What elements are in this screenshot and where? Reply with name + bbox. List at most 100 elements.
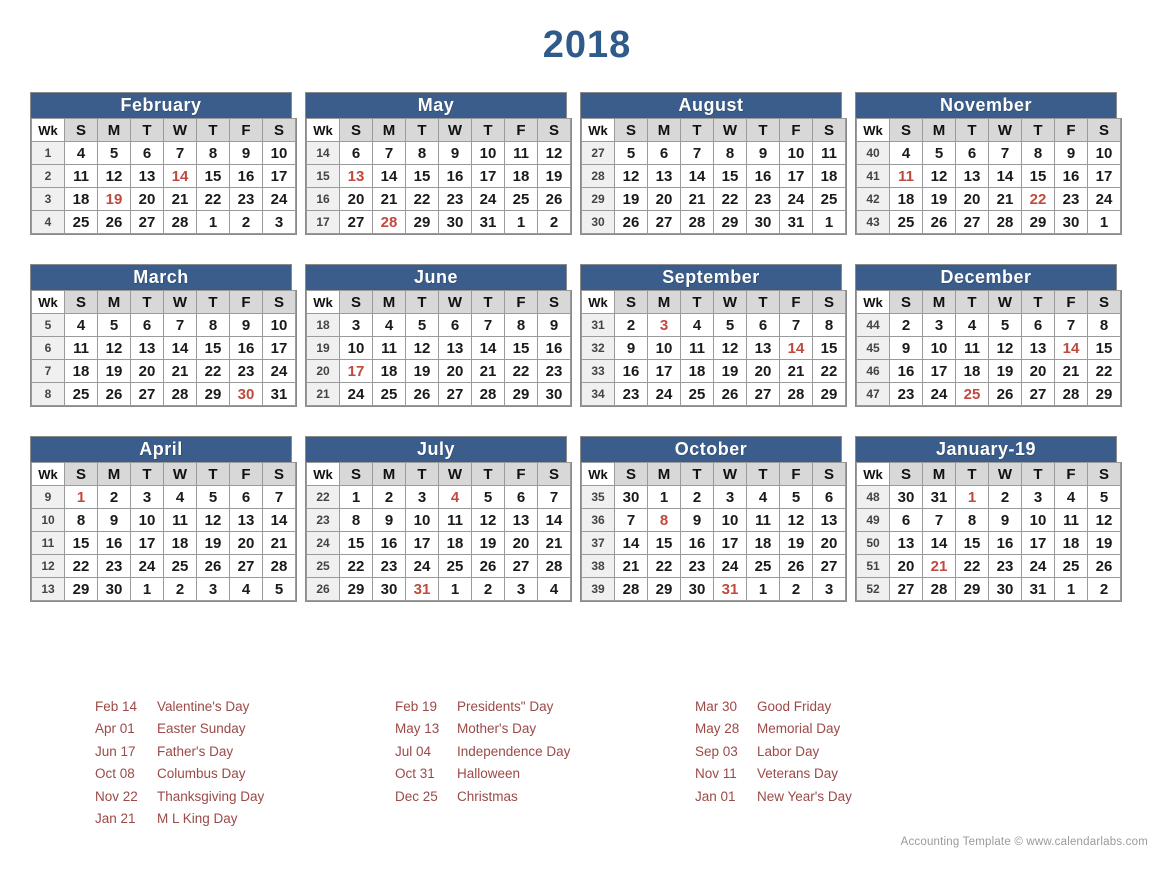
day-cell-holiday[interactable]: 21 (923, 555, 955, 577)
day-cell[interactable]: 20 (747, 360, 779, 382)
day-cell[interactable]: 2 (1088, 578, 1120, 600)
day-cell[interactable]: 6 (230, 486, 262, 508)
day-cell[interactable]: 17 (472, 165, 504, 187)
day-cell[interactable]: 5 (406, 314, 438, 336)
day-cell[interactable]: 5 (1088, 486, 1120, 508)
day-cell[interactable]: 6 (747, 314, 779, 336)
day-cell[interactable]: 7 (538, 486, 570, 508)
day-cell[interactable]: 28 (472, 383, 504, 405)
day-cell[interactable]: 22 (1088, 360, 1120, 382)
day-cell[interactable]: 10 (340, 337, 372, 359)
day-cell[interactable]: 6 (131, 314, 163, 336)
day-cell[interactable]: 9 (538, 314, 570, 336)
day-cell[interactable]: 2 (989, 486, 1021, 508)
day-cell-holiday[interactable]: 14 (164, 165, 196, 187)
day-cell[interactable]: 3 (714, 486, 746, 508)
day-cell[interactable]: 5 (98, 142, 130, 164)
day-cell[interactable]: 4 (681, 314, 713, 336)
day-cell[interactable]: 1 (1055, 578, 1087, 600)
day-cell[interactable]: 18 (439, 532, 471, 554)
day-cell[interactable]: 27 (131, 383, 163, 405)
day-cell[interactable]: 16 (373, 532, 405, 554)
day-cell[interactable]: 18 (681, 360, 713, 382)
day-cell[interactable]: 30 (538, 383, 570, 405)
day-cell[interactable]: 6 (890, 509, 922, 531)
day-cell[interactable]: 14 (373, 165, 405, 187)
day-cell[interactable]: 17 (1022, 532, 1054, 554)
day-cell[interactable]: 8 (340, 509, 372, 531)
day-cell[interactable]: 2 (890, 314, 922, 336)
day-cell[interactable]: 28 (164, 211, 196, 233)
day-cell[interactable]: 21 (780, 360, 812, 382)
day-cell[interactable]: 12 (197, 509, 229, 531)
day-cell[interactable]: 14 (989, 165, 1021, 187)
day-cell[interactable]: 28 (681, 211, 713, 233)
day-cell[interactable]: 16 (1055, 165, 1087, 187)
day-cell[interactable]: 30 (890, 486, 922, 508)
day-cell[interactable]: 23 (747, 188, 779, 210)
day-cell[interactable]: 20 (131, 360, 163, 382)
day-cell[interactable]: 15 (1088, 337, 1120, 359)
day-cell[interactable]: 19 (989, 360, 1021, 382)
day-cell[interactable]: 24 (1022, 555, 1054, 577)
day-cell[interactable]: 4 (956, 314, 988, 336)
day-cell[interactable]: 29 (505, 383, 537, 405)
day-cell[interactable]: 4 (65, 314, 97, 336)
day-cell[interactable]: 11 (681, 337, 713, 359)
day-cell[interactable]: 6 (956, 142, 988, 164)
day-cell[interactable]: 8 (956, 509, 988, 531)
day-cell[interactable]: 2 (615, 314, 647, 336)
day-cell[interactable]: 12 (989, 337, 1021, 359)
day-cell[interactable]: 20 (230, 532, 262, 554)
day-cell[interactable]: 1 (340, 486, 372, 508)
day-cell[interactable]: 9 (681, 509, 713, 531)
day-cell[interactable]: 27 (439, 383, 471, 405)
day-cell[interactable]: 18 (164, 532, 196, 554)
day-cell[interactable]: 14 (615, 532, 647, 554)
day-cell[interactable]: 26 (472, 555, 504, 577)
day-cell[interactable]: 21 (164, 188, 196, 210)
day-cell[interactable]: 29 (648, 578, 680, 600)
day-cell-holiday[interactable]: 14 (1055, 337, 1087, 359)
day-cell[interactable]: 24 (131, 555, 163, 577)
day-cell[interactable]: 3 (406, 486, 438, 508)
day-cell[interactable]: 26 (98, 383, 130, 405)
day-cell[interactable]: 13 (505, 509, 537, 531)
day-cell[interactable]: 17 (1088, 165, 1120, 187)
day-cell[interactable]: 8 (1022, 142, 1054, 164)
day-cell[interactable]: 2 (780, 578, 812, 600)
day-cell[interactable]: 23 (615, 383, 647, 405)
day-cell[interactable]: 17 (263, 165, 295, 187)
day-cell[interactable]: 14 (681, 165, 713, 187)
day-cell[interactable]: 28 (615, 578, 647, 600)
day-cell[interactable]: 30 (615, 486, 647, 508)
day-cell[interactable]: 24 (1088, 188, 1120, 210)
day-cell[interactable]: 22 (956, 555, 988, 577)
day-cell[interactable]: 18 (747, 532, 779, 554)
day-cell[interactable]: 3 (505, 578, 537, 600)
day-cell[interactable]: 6 (439, 314, 471, 336)
day-cell[interactable]: 16 (230, 337, 262, 359)
day-cell[interactable]: 16 (890, 360, 922, 382)
day-cell[interactable]: 14 (164, 337, 196, 359)
day-cell[interactable]: 11 (956, 337, 988, 359)
day-cell[interactable]: 21 (989, 188, 1021, 210)
day-cell[interactable]: 12 (98, 165, 130, 187)
day-cell[interactable]: 3 (131, 486, 163, 508)
day-cell[interactable]: 17 (923, 360, 955, 382)
day-cell[interactable]: 1 (439, 578, 471, 600)
day-cell[interactable]: 7 (1055, 314, 1087, 336)
day-cell[interactable]: 2 (230, 211, 262, 233)
day-cell[interactable]: 17 (780, 165, 812, 187)
day-cell[interactable]: 29 (340, 578, 372, 600)
day-cell[interactable]: 27 (340, 211, 372, 233)
day-cell[interactable]: 25 (65, 211, 97, 233)
day-cell[interactable]: 9 (747, 142, 779, 164)
day-cell[interactable]: 31 (780, 211, 812, 233)
day-cell[interactable]: 19 (472, 532, 504, 554)
day-cell[interactable]: 23 (230, 360, 262, 382)
day-cell[interactable]: 25 (65, 383, 97, 405)
day-cell[interactable]: 19 (538, 165, 570, 187)
day-cell[interactable]: 9 (439, 142, 471, 164)
day-cell[interactable]: 26 (406, 383, 438, 405)
